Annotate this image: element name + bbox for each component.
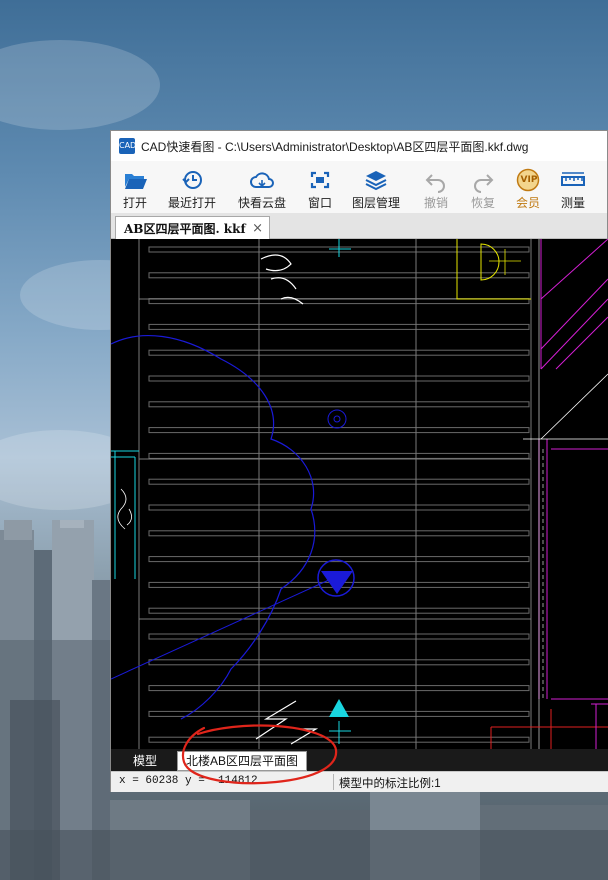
vip-member-label: 会员 xyxy=(515,196,540,210)
layer-manager-label: 图层管理 xyxy=(351,196,400,210)
close-icon[interactable]: × xyxy=(252,221,263,236)
cad-drawing[interactable] xyxy=(111,239,608,749)
annotation-scale-text: 模型中的标注比例:1 xyxy=(339,778,441,790)
measure-label: 测量 xyxy=(560,196,585,210)
hatch-strip xyxy=(148,478,530,485)
window-zoom-label: 窗口 xyxy=(307,196,332,210)
city-skyline-bottom xyxy=(0,790,608,880)
undo-label: 撤销 xyxy=(423,196,448,210)
cloud-drive-button[interactable]: 快看云盘 xyxy=(225,161,299,213)
undo-button[interactable]: 撤销 xyxy=(411,161,461,213)
status-bar: x = 60238 y = -114812 模型中的标注比例:1 xyxy=(111,771,608,792)
hatch-strip xyxy=(148,427,530,434)
window-zoom-icon xyxy=(310,171,330,189)
ruler-icon xyxy=(561,172,585,186)
app-logo-icon: CAD xyxy=(119,138,136,154)
title-bar[interactable]: CAD CAD快速看图 - C:\Users\Administrator\Des… xyxy=(111,131,607,161)
status-divider xyxy=(333,774,334,790)
redo-icon xyxy=(474,174,494,193)
cloud-drive-label: 快看云盘 xyxy=(237,196,286,210)
hatch-strip xyxy=(148,323,530,330)
redo-label: 恢复 xyxy=(470,196,495,210)
hatch-strip xyxy=(148,401,530,408)
recent-clock-icon xyxy=(182,171,202,189)
tab-layout-sheet[interactable]: 北楼AB区四层平面图 xyxy=(177,751,308,771)
document-tab-label: AB区四层平面图. kkf xyxy=(124,221,246,236)
folder-open-icon xyxy=(125,174,147,189)
hatch-strip xyxy=(148,375,530,382)
hatch-strip xyxy=(148,607,530,614)
cursor-coordinates: x = 60238 y = -114812 xyxy=(119,775,258,787)
hatch-strip xyxy=(148,633,530,640)
cloud-icon xyxy=(250,172,274,188)
recent-open-label: 最近打开 xyxy=(167,196,216,210)
window-title: CAD快速看图 - C:\Users\Administrator\Desktop… xyxy=(141,139,529,154)
layout-tab-bar: 模型 北楼AB区四层平面图 xyxy=(111,749,608,771)
drawing-canvas[interactable] xyxy=(111,239,608,749)
open-label: 打开 xyxy=(122,196,147,210)
vip-member-button[interactable]: 会员 xyxy=(505,161,551,213)
layers-icon xyxy=(365,171,387,191)
undo-icon xyxy=(425,174,445,193)
open-button[interactable]: 打开 xyxy=(111,161,159,213)
hatch-strip xyxy=(148,272,530,279)
window-zoom-button[interactable]: 窗口 xyxy=(299,161,341,213)
hatch-strip xyxy=(148,659,530,666)
hatch-lines xyxy=(148,246,530,743)
hatch-strip xyxy=(148,685,530,692)
layer-manager-button[interactable]: 图层管理 xyxy=(341,161,411,213)
hatch-strip xyxy=(148,530,530,537)
measure-button[interactable]: 测量 xyxy=(551,161,595,213)
cad-viewer-window: CAD CAD快速看图 - C:\Users\Administrator\Des… xyxy=(110,130,608,792)
hatch-strip xyxy=(148,452,530,459)
hatch-strip xyxy=(148,504,530,511)
document-tab[interactable]: AB区四层平面图. kkf × xyxy=(115,216,270,239)
recent-open-button[interactable]: 最近打开 xyxy=(159,161,225,213)
main-toolbar: 打开 最近打开 快看云盘 窗口 图层管理 撤销 恢复 会员 测量 xyxy=(111,161,607,213)
tab-model[interactable]: 模型 xyxy=(125,751,166,771)
redo-button[interactable]: 恢复 xyxy=(461,161,505,213)
vip-badge-text: VIP xyxy=(520,175,538,185)
document-tab-bar: AB区四层平面图. kkf × xyxy=(111,213,607,239)
